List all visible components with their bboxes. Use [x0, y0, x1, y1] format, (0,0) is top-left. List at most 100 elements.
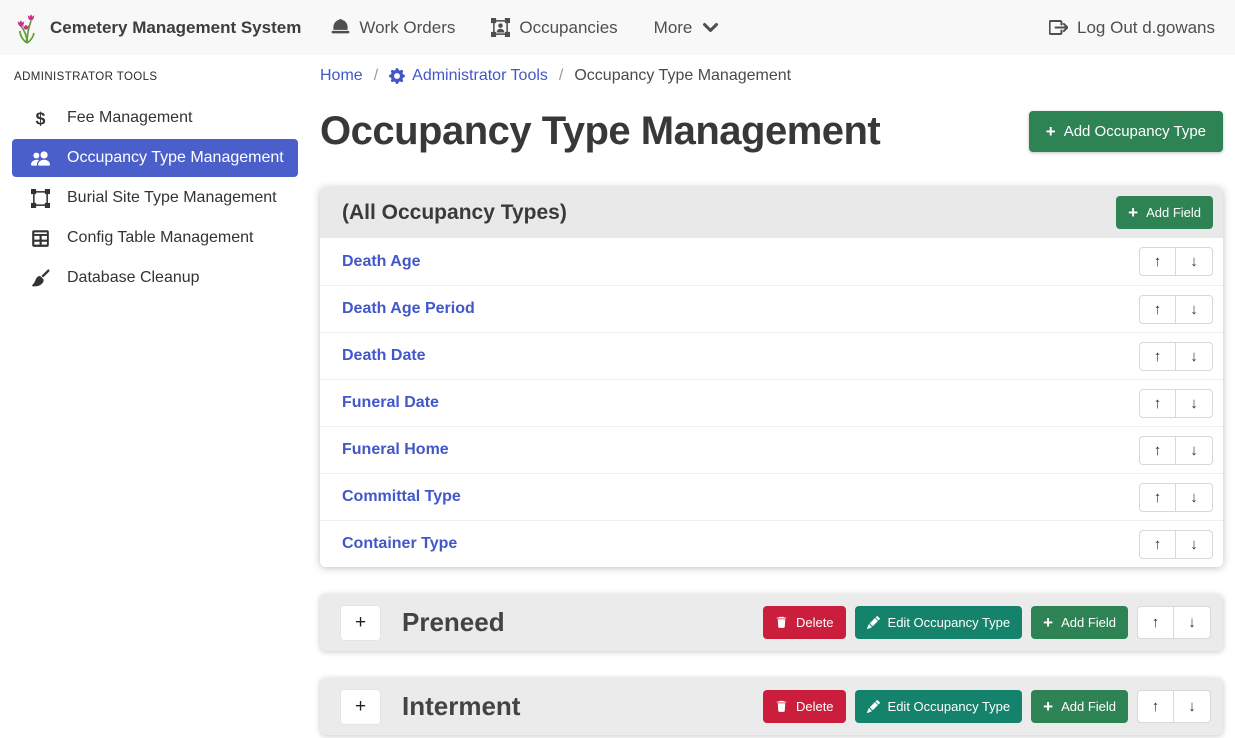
panel-title: (All Occupancy Types) [342, 201, 567, 225]
trash-icon [775, 616, 788, 629]
breadcrumb-separator: / [559, 67, 563, 85]
reorder-controls: ↑ ↓ [1139, 530, 1213, 559]
breadcrumb-label: Home [320, 67, 363, 85]
move-up-button[interactable]: ↑ [1137, 606, 1174, 639]
sidebar-item-burial-site-type-management[interactable]: Burial Site Type Management [12, 179, 298, 217]
occupancy-type-section-interment: + Interment Delete Edit Occupancy Type +… [320, 678, 1223, 735]
plus-icon: + [1043, 698, 1053, 715]
add-field-button[interactable]: + Add Field [1116, 196, 1213, 229]
delete-button[interactable]: Delete [763, 690, 846, 723]
chevron-down-icon [701, 18, 720, 37]
nav-item-occupancies[interactable]: Occupancies [491, 18, 617, 38]
plus-icon: + [1043, 614, 1053, 631]
nav-item-work-orders[interactable]: Work Orders [331, 18, 455, 38]
move-down-button[interactable]: ↓ [1176, 389, 1213, 418]
all-occupancy-types-panel: (All Occupancy Types) + Add Field Death … [320, 187, 1223, 567]
sidebar-heading: ADMINISTRATOR TOOLS [0, 55, 310, 97]
field-link[interactable]: Funeral Home [342, 441, 449, 459]
reorder-controls: ↑ ↓ [1137, 606, 1211, 639]
plus-icon: + [1046, 123, 1056, 140]
move-up-button[interactable]: ↑ [1139, 436, 1176, 465]
reorder-controls: ↑ ↓ [1139, 247, 1213, 276]
breadcrumb-separator: / [374, 67, 378, 85]
logout-button[interactable]: Log Out d.gowans [1049, 18, 1215, 38]
edit-occupancy-type-button[interactable]: Edit Occupancy Type [855, 606, 1023, 639]
section-title: Preneed [402, 607, 763, 638]
move-down-button[interactable]: ↓ [1174, 606, 1211, 639]
field-row-container-type: Container Type ↑ ↓ [320, 520, 1223, 567]
move-up-button[interactable]: ↑ [1139, 247, 1176, 276]
main-content: Home / Administrator Tools / Occupancy Type … [320, 55, 1223, 735]
app-title: Cemetery Management System [50, 18, 301, 38]
sign-out-icon [1049, 18, 1068, 37]
add-field-button[interactable]: + Add Field [1031, 690, 1128, 723]
section-actions: Delete Edit Occupancy Type + Add Field ↑… [763, 690, 1211, 723]
field-link[interactable]: Death Age Period [342, 300, 475, 318]
move-up-button[interactable]: ↑ [1139, 295, 1176, 324]
nav-item-label: More [654, 18, 693, 38]
pencil-icon [867, 700, 880, 713]
move-up-button[interactable]: ↑ [1139, 389, 1176, 418]
sidebar-item-fee-management[interactable]: $ Fee Management [12, 99, 298, 137]
move-down-button[interactable]: ↓ [1176, 295, 1213, 324]
field-link[interactable]: Committal Type [342, 488, 461, 506]
users-icon [28, 149, 52, 168]
section-actions: Delete Edit Occupancy Type + Add Field ↑… [763, 606, 1211, 639]
field-row-death-date: Death Date ↑ ↓ [320, 332, 1223, 379]
breadcrumb-label: Occupancy Type Management [574, 67, 791, 85]
page-title-row: Occupancy Type Management + Add Occupanc… [320, 105, 1223, 157]
field-row-death-age-period: Death Age Period ↑ ↓ [320, 285, 1223, 332]
nav-item-more[interactable]: More [654, 18, 721, 38]
top-navbar: Cemetery Management System Work Orders O… [0, 0, 1235, 55]
navbar-links: Work Orders Occupancies More [331, 18, 720, 38]
breadcrumb-item-administrator-tools[interactable]: Administrator Tools [389, 67, 548, 85]
move-up-button[interactable]: ↑ [1139, 530, 1176, 559]
hard-hat-icon [331, 18, 350, 37]
move-down-button[interactable]: ↓ [1176, 436, 1213, 465]
field-link[interactable]: Death Age [342, 253, 421, 271]
breadcrumb-item-occupancy-type-management: Occupancy Type Management [574, 67, 791, 85]
page-title: Occupancy Type Management [320, 105, 880, 157]
breadcrumb-item-home[interactable]: Home [320, 67, 363, 85]
occupancy-type-section-preneed: + Preneed Delete Edit Occupancy Type + A… [320, 594, 1223, 651]
logout-label: Log Out d.gowans [1077, 18, 1215, 38]
move-down-button[interactable]: ↓ [1176, 342, 1213, 371]
move-up-button[interactable]: ↑ [1139, 342, 1176, 371]
field-link[interactable]: Container Type [342, 535, 457, 553]
sidebar-item-database-cleanup[interactable]: Database Cleanup [12, 259, 298, 297]
move-down-button[interactable]: ↓ [1174, 690, 1211, 723]
move-down-button[interactable]: ↓ [1176, 483, 1213, 512]
sidebar-item-label: Fee Management [67, 109, 192, 127]
table-icon [28, 229, 52, 248]
delete-button[interactable]: Delete [763, 606, 846, 639]
move-down-button[interactable]: ↓ [1176, 530, 1213, 559]
add-occupancy-type-button[interactable]: + Add Occupancy Type [1029, 111, 1223, 152]
trash-icon [775, 700, 788, 713]
reorder-controls: ↑ ↓ [1137, 690, 1211, 723]
sidebar-item-config-table-management[interactable]: Config Table Management [12, 219, 298, 257]
field-row-funeral-date: Funeral Date ↑ ↓ [320, 379, 1223, 426]
expand-button[interactable]: + [340, 689, 381, 725]
app-brand[interactable]: Cemetery Management System [14, 12, 301, 44]
reorder-controls: ↑ ↓ [1139, 389, 1213, 418]
frame-icon [28, 189, 52, 208]
move-up-button[interactable]: ↑ [1139, 483, 1176, 512]
reorder-controls: ↑ ↓ [1139, 436, 1213, 465]
expand-button[interactable]: + [340, 605, 381, 641]
sidebar-item-label: Burial Site Type Management [67, 189, 277, 207]
sidebar-item-label: Database Cleanup [67, 269, 200, 287]
add-field-button[interactable]: + Add Field [1031, 606, 1128, 639]
nav-item-label: Work Orders [359, 18, 455, 38]
panel-header: (All Occupancy Types) + Add Field [320, 187, 1223, 238]
edit-occupancy-type-button[interactable]: Edit Occupancy Type [855, 690, 1023, 723]
section-title: Interment [402, 691, 763, 722]
field-link[interactable]: Death Date [342, 347, 426, 365]
move-up-button[interactable]: ↑ [1137, 690, 1174, 723]
breadcrumb: Home / Administrator Tools / Occupancy Type … [320, 55, 1223, 85]
sidebar-item-occupancy-type-management[interactable]: Occupancy Type Management [12, 139, 298, 177]
navbar-right: Log Out d.gowans [1049, 18, 1215, 38]
nav-item-label: Occupancies [519, 18, 617, 38]
sidebar-item-label: Occupancy Type Management [67, 149, 284, 167]
move-down-button[interactable]: ↓ [1176, 247, 1213, 276]
field-link[interactable]: Funeral Date [342, 394, 439, 412]
